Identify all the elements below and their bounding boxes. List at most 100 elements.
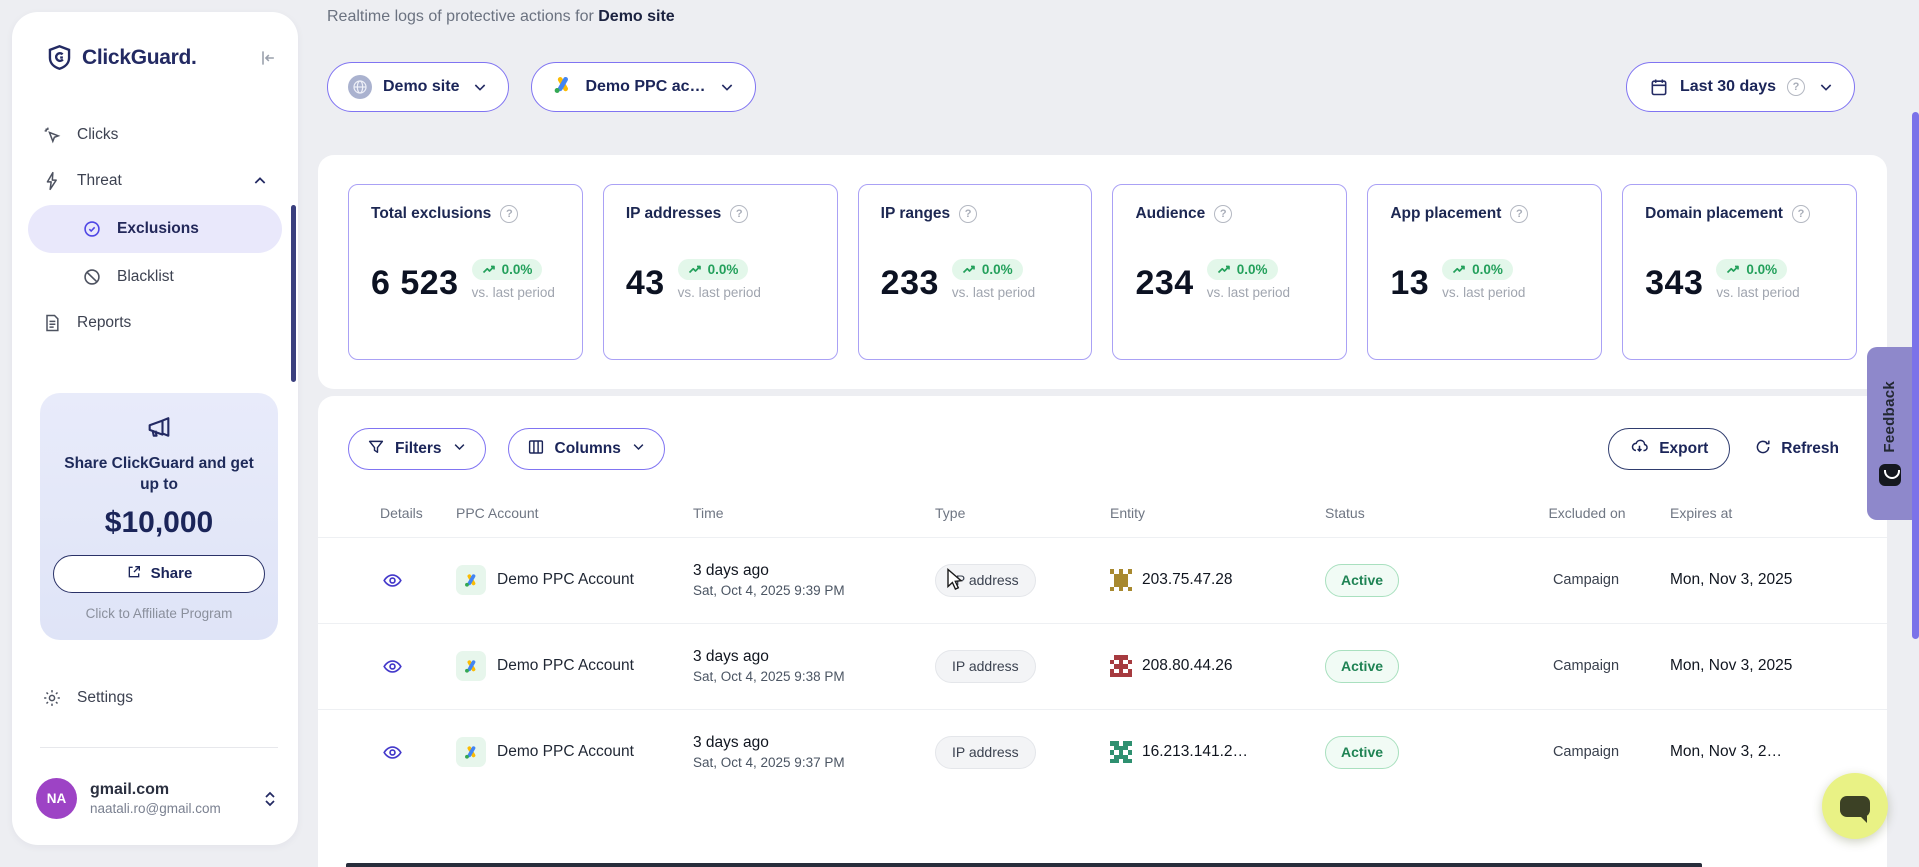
- sidebar-item-clicks[interactable]: Clicks: [28, 113, 282, 157]
- stat-delta-badge: 0.0%: [952, 259, 1023, 280]
- chevron-down-icon: [1818, 79, 1834, 95]
- help-icon: ?: [500, 205, 518, 223]
- sidebar-item-threat[interactable]: Threat: [28, 159, 282, 203]
- stat-delta-badge: 0.0%: [472, 259, 543, 280]
- row-details-button[interactable]: [348, 570, 456, 591]
- entity-identicon: [1110, 569, 1132, 591]
- export-button[interactable]: Export: [1608, 428, 1730, 470]
- ppc-account-selector-dropdown[interactable]: Demo PPC ac…: [531, 62, 755, 112]
- sidebar-item-blacklist[interactable]: Blacklist: [28, 255, 282, 299]
- trend-up-icon: [962, 263, 977, 276]
- table-horizontal-scrollbar[interactable]: [346, 863, 1702, 867]
- row-ppc-account: Demo PPC Account: [456, 737, 693, 767]
- stat-caption: vs. last period: [952, 285, 1035, 300]
- stat-value: 6 523: [371, 266, 459, 300]
- col-entity: Entity: [1110, 505, 1325, 521]
- col-type: Type: [935, 505, 1110, 521]
- affiliate-promo-card: Share ClickGuard and get up to $10,000 S…: [40, 393, 278, 640]
- gear-icon: [42, 688, 62, 708]
- sidebar-scrollbar[interactable]: [291, 205, 296, 382]
- export-label: Export: [1659, 440, 1708, 458]
- chat-bubble-icon: [1840, 796, 1870, 817]
- filters-label: Filters: [395, 440, 442, 458]
- col-excluded-on: Excluded on: [1544, 504, 1630, 523]
- row-expires-at: Mon, Nov 3, 2025: [1642, 657, 1857, 675]
- stat-value: 233: [881, 266, 939, 300]
- chat-launcher-button[interactable]: [1822, 773, 1888, 839]
- share-button[interactable]: Share: [53, 555, 265, 593]
- exclusions-panel: Filters Columns: [318, 396, 1887, 867]
- row-type-badge: IP address: [935, 564, 1036, 597]
- row-entity: 208.80.44.26: [1110, 655, 1325, 677]
- refresh-button[interactable]: Refresh: [1754, 438, 1839, 461]
- help-icon: ?: [730, 205, 748, 223]
- promo-amount: $10,000: [40, 506, 278, 540]
- row-expires-at: Mon, Nov 3, 2…: [1642, 743, 1857, 761]
- promo-text: Share ClickGuard and get up to: [40, 454, 278, 496]
- user-menu[interactable]: NA gmail.com naatali.ro@gmail.com: [36, 778, 284, 819]
- stats-panel: Total exclusions ? 6 523 0.0% vs. last p…: [318, 155, 1887, 389]
- entity-identicon: [1110, 655, 1132, 677]
- sidebar-item-label: Threat: [77, 172, 122, 190]
- eye-icon: [382, 742, 403, 763]
- row-details-button[interactable]: [348, 656, 456, 677]
- stat-card: Audience ? 234 0.0% vs. last period: [1112, 184, 1347, 360]
- help-icon: ?: [1214, 205, 1232, 223]
- feedback-tab[interactable]: Feedback: [1867, 347, 1912, 520]
- document-icon: [42, 313, 62, 333]
- stat-label: Total exclusions ?: [371, 205, 560, 223]
- chevron-down-icon: [472, 79, 488, 95]
- row-time: 3 days ago Sat, Oct 4, 2025 9:39 PM: [693, 562, 935, 598]
- chevron-down-icon: [452, 439, 467, 459]
- filters-dropdown[interactable]: Filters: [348, 428, 486, 470]
- stat-card: IP ranges ? 233 0.0% vs. last period: [858, 184, 1093, 360]
- lightning-icon: [42, 171, 62, 191]
- sidebar-item-exclusions[interactable]: Exclusions: [28, 205, 282, 253]
- stat-caption: vs. last period: [1207, 285, 1290, 300]
- columns-dropdown[interactable]: Columns: [508, 428, 665, 470]
- sidebar-nav: Clicks Threat: [12, 113, 298, 345]
- table-row: Demo PPC Account 3 days ago Sat, Oct 4, …: [318, 623, 1887, 709]
- col-status: Status: [1325, 505, 1530, 521]
- stat-value: 343: [1645, 266, 1703, 300]
- chevron-down-icon: [631, 439, 646, 459]
- stat-value: 13: [1390, 266, 1429, 300]
- trend-up-icon: [1726, 263, 1741, 276]
- trend-up-icon: [1217, 263, 1232, 276]
- eye-icon: [382, 570, 403, 591]
- subtitle-site-name: Demo site: [598, 8, 674, 25]
- row-ppc-account: Demo PPC Account: [456, 651, 693, 681]
- col-details: Details: [348, 505, 456, 521]
- share-button-label: Share: [151, 565, 193, 582]
- sidebar-item-reports[interactable]: Reports: [28, 301, 282, 345]
- filter-icon: [367, 438, 385, 461]
- site-selector-value: Demo site: [383, 78, 459, 96]
- date-range-dropdown[interactable]: Last 30 days ?: [1626, 62, 1855, 112]
- page-scrollbar[interactable]: [1912, 112, 1919, 639]
- stat-label: Domain placement ?: [1645, 205, 1834, 223]
- row-entity: 16.213.141.2…: [1110, 741, 1325, 763]
- stat-caption: vs. last period: [1442, 285, 1525, 300]
- chevron-up-icon: [252, 173, 268, 189]
- sidebar: ClickGuard. Clicks: [12, 12, 298, 845]
- columns-label: Columns: [555, 440, 621, 458]
- site-selector-dropdown[interactable]: Demo site: [327, 62, 509, 112]
- stat-card: Domain placement ? 343 0.0% vs. last per…: [1622, 184, 1857, 360]
- chevron-up-down-icon: [262, 790, 278, 808]
- row-excluded-on: Campaign: [1530, 572, 1642, 588]
- stat-label: IP addresses ?: [626, 205, 815, 223]
- col-ppc-account: PPC Account: [456, 505, 693, 521]
- row-expires-at: Mon, Nov 3, 2025: [1642, 571, 1857, 589]
- row-type-badge: IP address: [935, 650, 1036, 683]
- external-link-icon: [126, 564, 142, 584]
- sidebar-item-settings[interactable]: Settings: [42, 688, 133, 708]
- stat-label: IP ranges ?: [881, 205, 1070, 223]
- ppc-account-selector-value: Demo PPC ac…: [585, 78, 705, 96]
- row-details-button[interactable]: [348, 742, 456, 763]
- ban-icon: [82, 267, 102, 287]
- date-range-value: Last 30 days: [1680, 78, 1776, 96]
- col-expires-at: Expires at: [1642, 505, 1857, 521]
- stat-delta-badge: 0.0%: [1207, 259, 1278, 280]
- stat-card: Total exclusions ? 6 523 0.0% vs. last p…: [348, 184, 583, 360]
- collapse-sidebar-icon[interactable]: [258, 48, 278, 68]
